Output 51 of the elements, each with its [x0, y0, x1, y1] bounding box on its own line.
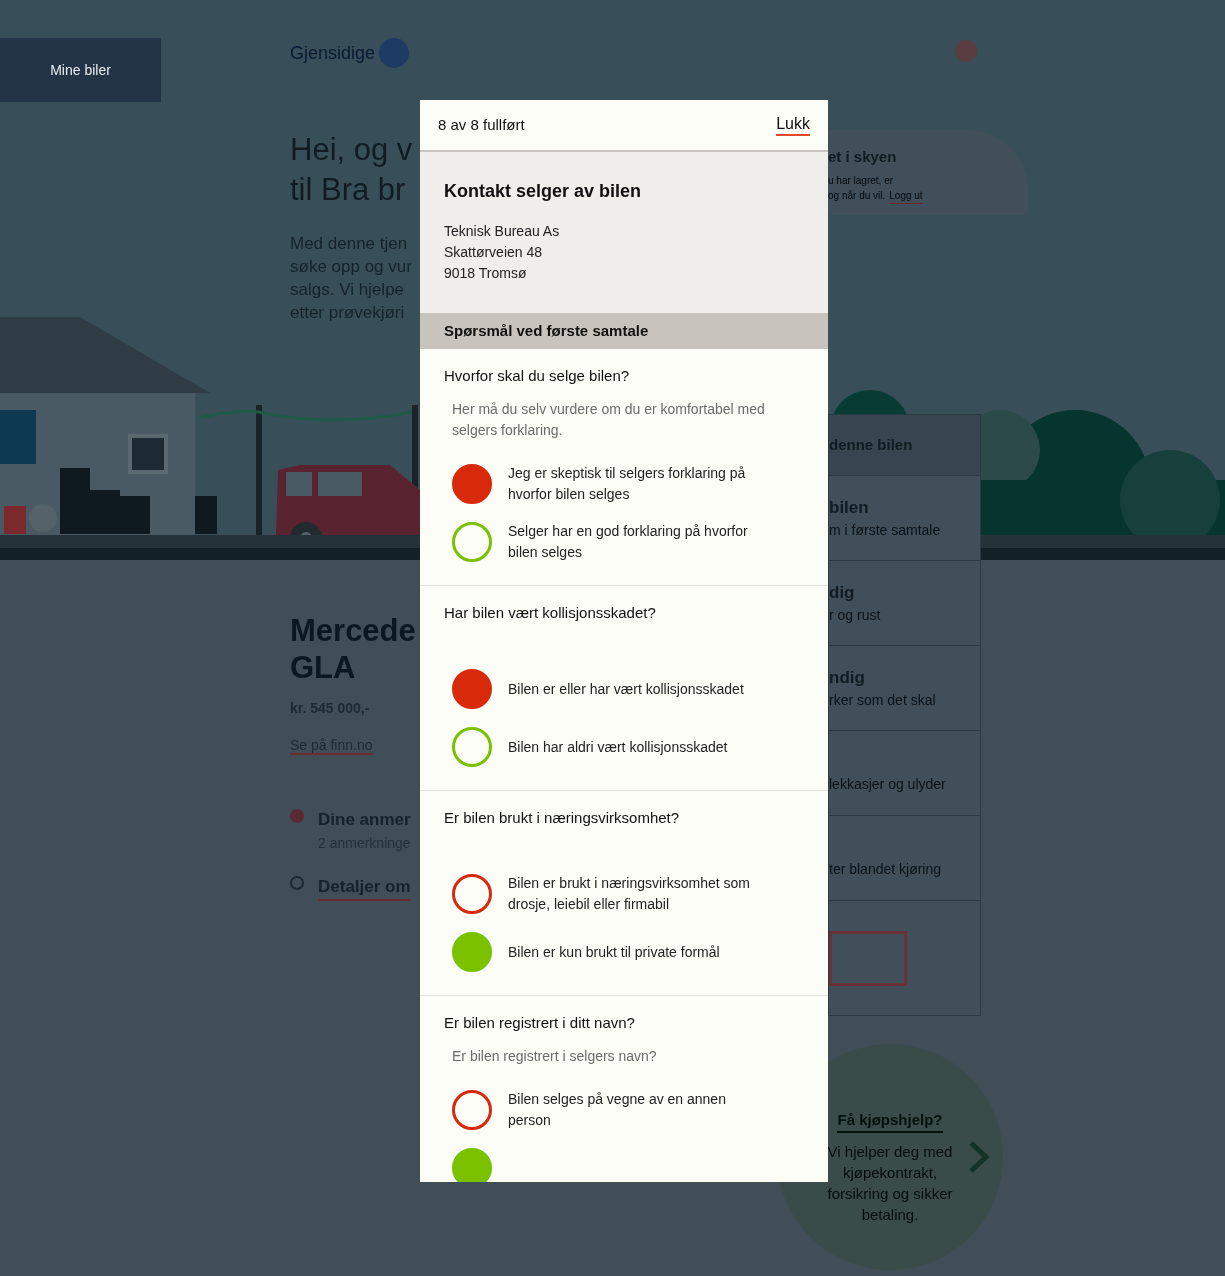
cloud-text: og når du vil. — [828, 188, 886, 203]
option-label: Bilen er kun brukt til private formål — [508, 942, 721, 962]
radio-button[interactable] — [452, 1148, 492, 1182]
wheel-icon — [290, 875, 304, 890]
question-title: Hvorfor skal du selge bilen? — [444, 366, 631, 385]
question-title: Har bilen vært kollisjonsskadet? — [444, 603, 657, 622]
info-icon[interactable] — [955, 40, 977, 62]
logout-link[interactable]: Logg ut — [889, 187, 923, 204]
radio-button[interactable] — [452, 874, 492, 914]
radio-button[interactable] — [452, 464, 492, 504]
checklist-title: bilen — [829, 496, 870, 519]
hero-title: til Bra br — [290, 171, 407, 209]
chevron-right-icon[interactable] — [968, 1140, 990, 1174]
nav-button[interactable]: Mine biler — [0, 38, 161, 102]
radio-button[interactable] — [452, 932, 492, 972]
help-link[interactable]: Få kjøpshjelp? — [837, 1108, 943, 1134]
cloud-text: u har lagret, er — [828, 173, 895, 188]
radio-button[interactable] — [452, 727, 492, 767]
hero-title: Hei, og v — [290, 131, 413, 169]
section-title: Spørsmål ved første samtale — [444, 320, 649, 341]
close-link[interactable]: Lukk — [776, 114, 810, 136]
option-label: Bilen selges på vegne av en annen person — [508, 1090, 727, 1130]
contact-line: 9018 Tromsø — [444, 264, 528, 283]
outlined-button[interactable] — [829, 930, 907, 986]
option-label: Bilen er eller har vært kollisjonsskadet — [508, 679, 745, 699]
progress-text: 8 av 8 fullført — [438, 114, 525, 135]
checklist-subtitle: lekkasjer og ulyder — [829, 774, 947, 794]
radio-button[interactable] — [452, 1090, 492, 1130]
contact-line: Teknisk Bureau As — [444, 222, 561, 241]
checklist-title: dig — [829, 581, 856, 604]
contact-line: Skattørveien 48 — [444, 243, 544, 262]
question-title: Er bilen registrert i ditt navn? — [444, 1013, 636, 1032]
cloud-title: et i skyen — [828, 147, 898, 167]
checklist-subtitle: r og rust — [829, 606, 882, 626]
car-title: Mercede — [290, 612, 416, 649]
logo-icon — [379, 38, 410, 68]
contact-title: Kontakt selger av bilen — [444, 180, 643, 203]
question-title: Er bilen brukt i næringsvirksomhet? — [444, 808, 681, 827]
checklist-title: ndig — [829, 666, 866, 689]
radio-button[interactable] — [452, 522, 492, 562]
question-hint: Er bilen registrert i selgers navn? — [452, 1047, 658, 1066]
checklist-subtitle: ter blandet kjøring — [829, 859, 943, 879]
checklist-subtitle: rker som det skal — [829, 691, 937, 711]
question-hint: Her må du selv vurdere om du er komfortabel med selgers forklaring. — [452, 400, 766, 440]
option-label: Bilen har aldri vært kollisjonsskadet — [508, 737, 729, 757]
option-label: Jeg er skeptisk til selgers forklaring på hvorfor bilen selges — [508, 464, 747, 504]
option-label: Bilen er brukt i næringsvirksomhet som drosje, leiebil eller firmabil — [508, 874, 751, 914]
car-title: GLA — [290, 649, 357, 686]
help-text: Vi hjelper deg med kjøpekontrakt, forsikring og sikker betaling. — [826, 1142, 954, 1226]
option-label: Selger har en god forklaring på hvorfor bilen selges — [508, 522, 749, 562]
radio-button[interactable] — [452, 669, 492, 709]
